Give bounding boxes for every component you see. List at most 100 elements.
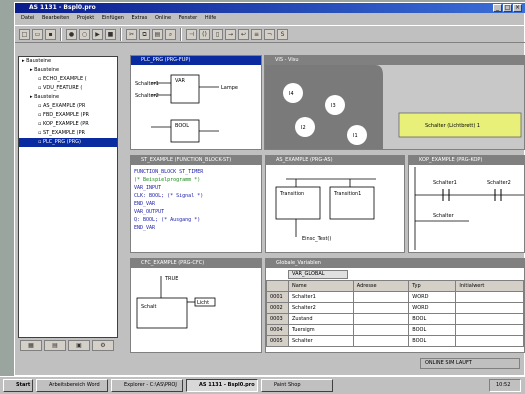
app-titlebar[interactable]: AS 1131 - Bspl0.pro (15, 3, 525, 13)
cell-name[interactable]: Schalter (288, 335, 354, 347)
tree-item[interactable]: ▫ KOP_EXAMPLE (PR (19, 120, 117, 129)
fbd-window[interactable]: PLC_PRG (PRG-FUP) VAR Schalter1 Schalter… (130, 55, 262, 150)
cfc-window-title[interactable]: CFC_EXAMPLE (PRG-CFC) (131, 259, 261, 268)
cell-num[interactable]: 0004 (266, 324, 289, 336)
tree-item[interactable]: ▸ Bausteine (19, 93, 117, 102)
cell-name[interactable]: Schalter1 (288, 291, 354, 303)
st-window[interactable]: ST_EXAMPLE (FUNCTION_BLOCK-ST) FUNCTION_… (130, 155, 262, 253)
st-code[interactable]: FUNCTION_BLOCK ST_TIMER (* Beispielprogr… (134, 168, 203, 232)
tree-item[interactable]: ▫ ECHO_EXAMPLE ( (19, 75, 117, 84)
clock-label: 10:52 (496, 382, 511, 388)
start-button[interactable]: Start (3, 379, 33, 392)
logout-icon[interactable]: ○ (79, 28, 90, 40)
cell-type[interactable]: BOOL (408, 313, 457, 325)
taskbar-item[interactable]: Explorer - C:\AS\PROJ (111, 379, 183, 392)
stop-icon[interactable]: ■ (105, 28, 116, 40)
tree-item[interactable]: ▫ FBD_EXAMPLE (PR (19, 111, 117, 120)
cell-type[interactable]: BOOL (408, 324, 457, 336)
table-row[interactable]: 0004 Tuersigm BOOL (266, 324, 524, 336)
cell-type[interactable]: BOOL (408, 335, 457, 347)
cfc-window[interactable]: CFC_EXAMPLE (PRG-CFC) Schalt TRUE Licht (130, 258, 262, 353)
menu-window[interactable]: Fenster (179, 15, 198, 21)
menu-file[interactable]: Datei (21, 15, 34, 21)
tab-var-global[interactable]: VAR_GLOBAL (288, 270, 348, 279)
tree-item[interactable]: ▫ PLC_PRG (PRG) (19, 138, 117, 147)
cell-init[interactable] (455, 291, 524, 303)
cell-num[interactable]: 0003 (266, 313, 289, 325)
tree-item[interactable]: ▸ Bausteine (19, 57, 117, 66)
cell-num[interactable]: 0005 (266, 335, 289, 347)
taskbar-item[interactable]: Paint Shop (261, 379, 333, 392)
global-variables-window[interactable]: Globale_Variablen VAR_GLOBAL Name Adress… (265, 258, 525, 353)
as-window[interactable]: AS_EXAMPLE (PRG-AS) Transition Transitio… (265, 155, 405, 253)
cut-icon[interactable]: ✂ (126, 28, 137, 40)
cell-init[interactable] (455, 313, 524, 325)
negate-icon[interactable]: ¬ (264, 28, 275, 40)
tab-datatypes[interactable]: ▤ (44, 340, 66, 351)
cell-addr[interactable] (352, 291, 410, 303)
as-window-title[interactable]: AS_EXAMPLE (PRG-AS) (266, 156, 404, 165)
new-icon[interactable]: □ (19, 28, 30, 40)
tab-visualization[interactable]: ▣ (68, 340, 90, 351)
cell-addr[interactable] (352, 324, 410, 336)
table-row[interactable]: 0003 Zustand BOOL (266, 313, 524, 325)
run-icon[interactable]: ▶ (92, 28, 103, 40)
cell-addr[interactable] (352, 313, 410, 325)
tree-item[interactable]: ▫ AS_EXAMPLE (PR (19, 102, 117, 111)
menu-online[interactable]: Online (155, 15, 171, 21)
save-icon[interactable]: ▪ (45, 28, 56, 40)
return-icon[interactable]: ↩ (238, 28, 249, 40)
kop-window[interactable]: KOP_EXAMPLE (PRG-KOP) Schalter1 Schalter… (408, 155, 525, 253)
table-row[interactable]: 0001 Schalter1 WORD (266, 291, 524, 303)
maximize-button[interactable]: □ (503, 4, 512, 12)
login-icon[interactable]: ● (66, 28, 77, 40)
cell-addr[interactable] (352, 335, 410, 347)
set-icon[interactable]: S (277, 28, 288, 40)
find-icon[interactable]: ⌕ (165, 28, 176, 40)
tab-pous[interactable]: ▦ (20, 340, 42, 351)
comment-icon[interactable]: ≡ (251, 28, 262, 40)
copy-icon[interactable]: ⧉ (139, 28, 150, 40)
open-icon[interactable]: ▭ (32, 28, 43, 40)
coil-icon[interactable]: () (199, 28, 210, 40)
cell-init[interactable] (455, 302, 524, 314)
visualization-window[interactable]: VIS - Visu I4 I3 I2 I1 Schalter (Lichtbr… (264, 55, 525, 150)
close-button[interactable]: × (513, 4, 522, 12)
cell-num[interactable]: 0002 (266, 302, 289, 314)
taskbar-item[interactable]: AS 1131 - Bspl0.pro (186, 379, 258, 392)
cell-name[interactable]: Zustand (288, 313, 354, 325)
tree-item[interactable]: ▫ VDU_FEATURE ( (19, 84, 117, 93)
menu-project[interactable]: Projekt (77, 15, 94, 21)
box-icon[interactable]: ▯ (212, 28, 223, 40)
table-header-row: Name Adresse Typ Initialwert (266, 280, 524, 292)
tree-item[interactable]: ▫ ST_EXAMPLE (PR (19, 129, 117, 138)
menu-help[interactable]: Hilfe (205, 15, 216, 21)
taskbar-item[interactable]: Arbeitsbereich Word (36, 379, 108, 392)
menu-insert[interactable]: Einfügen (102, 15, 124, 21)
cell-type[interactable]: WORD (408, 291, 457, 303)
paste-icon[interactable]: ▤ (152, 28, 163, 40)
cell-init[interactable] (455, 324, 524, 336)
table-row[interactable]: 0002 Schalter2 WORD (266, 302, 524, 314)
code-line: VAR_INPUT (134, 185, 162, 191)
st-window-title[interactable]: ST_EXAMPLE (FUNCTION_BLOCK-ST) (131, 156, 261, 165)
contact-icon[interactable]: ⊣ (186, 28, 197, 40)
cell-name[interactable]: Schalter2 (288, 302, 354, 314)
kop-window-title[interactable]: KOP_EXAMPLE (PRG-KOP) (409, 156, 524, 165)
fbd-window-title[interactable]: PLC_PRG (PRG-FUP) (131, 56, 261, 65)
cell-init[interactable] (455, 335, 524, 347)
cell-addr[interactable] (352, 302, 410, 314)
tree-item[interactable]: ▸ Bausteine (19, 66, 117, 75)
cell-name[interactable]: Tuersigm (288, 324, 354, 336)
var-window-title[interactable]: Globale_Variablen (266, 259, 524, 268)
cell-num[interactable]: 0001 (266, 291, 289, 303)
menu-edit[interactable]: Bearbeiten (42, 15, 69, 21)
cell-type[interactable]: WORD (408, 302, 457, 314)
vis-window-title[interactable]: VIS - Visu (265, 56, 524, 65)
menu-extras[interactable]: Extras (132, 15, 148, 21)
table-row[interactable]: 0005 Schalter BOOL (266, 335, 524, 347)
tab-resources[interactable]: ⚙ (92, 340, 114, 351)
minimize-button[interactable]: _ (493, 4, 502, 12)
jump-icon[interactable]: → (225, 28, 236, 40)
sfc-label: Einsc_Test() (302, 236, 331, 242)
